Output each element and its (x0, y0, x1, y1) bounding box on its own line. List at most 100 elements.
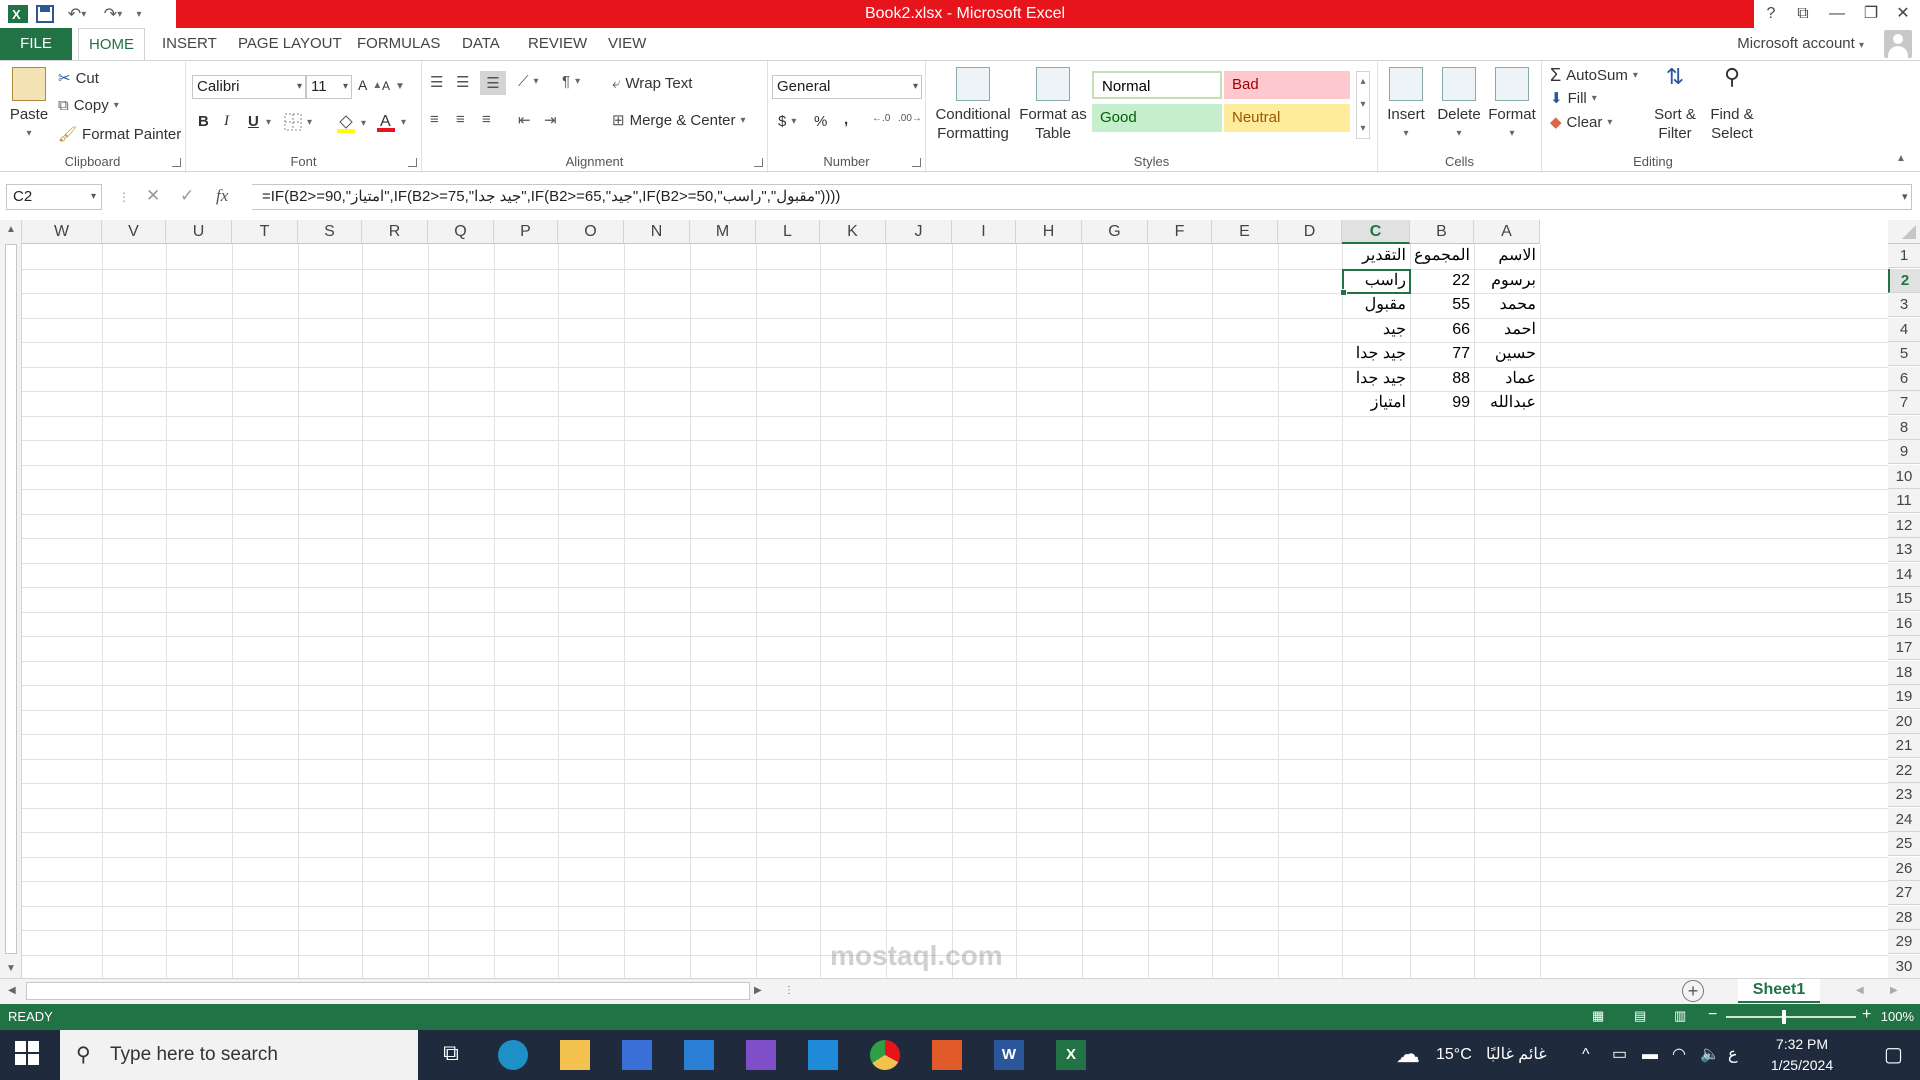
sheet-tab-sheet1[interactable]: Sheet1 (1738, 979, 1820, 1003)
row-header-6[interactable]: 6 (1888, 366, 1920, 391)
cancel-icon[interactable]: ✕ (146, 186, 160, 206)
cell-a7[interactable]: عبدالله (1474, 391, 1540, 415)
taskbar-search-box[interactable]: ⚲ Type here to search (60, 1030, 418, 1080)
enter-icon[interactable]: ✓ (180, 186, 194, 206)
column-header-j[interactable]: J (886, 220, 952, 244)
font-name-box[interactable]: Calibri ▾ (192, 75, 306, 99)
column-header-a[interactable]: A (1474, 220, 1540, 244)
row-header-25[interactable]: 25 (1888, 832, 1920, 856)
column-header-g[interactable]: G (1082, 220, 1148, 244)
volume-icon[interactable]: 🔈 (1700, 1030, 1720, 1080)
row-header-21[interactable]: 21 (1888, 734, 1920, 758)
align-left-icon[interactable]: ≡ (430, 111, 439, 128)
format-as-table-button[interactable]: Format as Table (1018, 67, 1088, 143)
edge-icon[interactable] (498, 1040, 528, 1070)
normal-view-icon[interactable]: ▦ (1592, 1008, 1604, 1024)
column-header-p[interactable]: P (494, 220, 558, 244)
italic-button[interactable]: I (224, 113, 229, 130)
help-button[interactable]: ? (1756, 2, 1786, 26)
row-header-7[interactable]: 7 (1888, 391, 1920, 415)
column-header-r[interactable]: R (362, 220, 428, 244)
scroll-right-icon[interactable]: ▶ (754, 985, 762, 996)
column-header-t[interactable]: T (232, 220, 298, 244)
scroll-down-icon[interactable]: ▼ (6, 963, 16, 974)
notifications-icon[interactable]: ▢ (1884, 1030, 1903, 1080)
decrease-decimal-icon[interactable]: .00→ (898, 113, 922, 124)
cell-a3[interactable]: محمد (1474, 293, 1540, 317)
copy-button[interactable]: ⧉ Copy ▾ (58, 97, 119, 114)
row-header-18[interactable]: 18 (1888, 660, 1920, 685)
worksheet-grid[interactable]: ▲ ▼ WVUTSRQPONMLKJIHGFEDCBA 1 2 3 4 5 6 7 8 9 10 1… (0, 220, 1920, 980)
column-header-l[interactable]: L (756, 220, 820, 244)
row-header-30[interactable]: 30 (1888, 954, 1920, 979)
increase-indent-icon[interactable]: ⇥ (544, 111, 557, 129)
shrink-font-icon[interactable]: A ▼ (382, 79, 405, 93)
wrap-text-button[interactable]: ⤶ Wrap Text (612, 75, 692, 92)
zoom-slider[interactable] (1726, 1016, 1856, 1018)
borders-icon[interactable]: ▾ (284, 113, 312, 131)
cell-a1[interactable]: الاسم (1474, 244, 1540, 268)
chrome-icon[interactable] (870, 1040, 900, 1070)
row-header-29[interactable]: 29 (1888, 930, 1920, 954)
meet-icon[interactable]: ▭ (1612, 1030, 1627, 1080)
delete-cells-button[interactable]: Delete ▾ (1434, 67, 1484, 143)
column-header-u[interactable]: U (166, 220, 232, 244)
sheet-nav-prev-icon[interactable]: ◀ (1856, 985, 1864, 996)
copy-dropdown-icon[interactable]: ▾ (114, 100, 119, 111)
close-button[interactable]: ✕ (1888, 2, 1918, 26)
mail-icon[interactable] (684, 1040, 714, 1070)
tab-view[interactable]: VIEW (598, 28, 656, 60)
add-sheet-button[interactable]: + (1682, 980, 1704, 1002)
undo-icon[interactable]: ↶ ▾ (62, 3, 92, 25)
column-header-d[interactable]: D (1278, 220, 1342, 244)
column-header-b[interactable]: B (1410, 220, 1474, 244)
merge-center-button[interactable]: ⊞ Merge & Center ▾ (612, 111, 746, 130)
name-box[interactable]: C2 ▾ (6, 184, 102, 210)
column-header-e[interactable]: E (1212, 220, 1278, 244)
file-explorer-icon[interactable] (560, 1040, 590, 1070)
sheet-nav-next-icon[interactable]: ▶ (1890, 985, 1898, 996)
tab-data[interactable]: DATA (452, 28, 510, 60)
tab-insert[interactable]: INSERT (152, 28, 227, 60)
align-center-icon[interactable]: ≡ (456, 111, 465, 128)
cell-a5[interactable]: حسين (1474, 342, 1540, 366)
page-layout-view-icon[interactable]: ▤ (1634, 1008, 1646, 1024)
insert-function-icon[interactable]: fx (216, 186, 228, 206)
column-header-c[interactable]: C (1342, 220, 1410, 244)
conditional-formatting-button[interactable]: Conditional Formatting (932, 67, 1014, 143)
bold-button[interactable]: B (198, 113, 209, 130)
page-break-view-icon[interactable]: ▥ (1674, 1008, 1686, 1024)
column-header-h[interactable]: H (1016, 220, 1082, 244)
cell-c1[interactable]: التقدير (1342, 244, 1410, 268)
fill-color-icon[interactable]: ▾ (336, 113, 366, 133)
autosum-button[interactable]: Σ AutoSum ▾ (1550, 65, 1638, 86)
row-header-19[interactable]: 19 (1888, 685, 1920, 709)
input-language[interactable]: ع (1728, 1030, 1738, 1080)
format-cells-button[interactable]: Format ▾ (1486, 67, 1538, 143)
cell-a6[interactable]: عماد (1474, 367, 1540, 391)
vertical-scrollbar[interactable]: ▲ ▼ (0, 220, 22, 978)
save-icon[interactable] (34, 3, 56, 25)
column-header-n[interactable]: N (624, 220, 690, 244)
paste-button[interactable]: Paste ▾ (6, 67, 52, 143)
find-select-button[interactable]: ⚲ Find & Select (1704, 66, 1760, 143)
scroll-up-icon[interactable]: ▲ (6, 224, 16, 235)
minimize-button[interactable]: — (1822, 2, 1852, 26)
fill-button[interactable]: ⬇ Fill ▾ (1550, 89, 1597, 108)
zoom-level[interactable]: 100% (1881, 1004, 1914, 1030)
weather-temp[interactable]: 15°C (1436, 1030, 1472, 1080)
cell-b6[interactable]: 88 (1410, 367, 1474, 391)
tab-formulas[interactable]: FORMULAS (347, 28, 450, 60)
number-launcher-icon[interactable] (912, 158, 921, 167)
row-header-22[interactable]: 22 (1888, 758, 1920, 783)
battery-icon[interactable]: ▬ (1642, 1030, 1658, 1080)
grow-font-icon[interactable]: A ▲ (358, 77, 382, 93)
align-right-icon[interactable]: ≡ (482, 111, 491, 128)
virtualbox-icon[interactable] (932, 1040, 962, 1070)
ribbon-display-options-icon[interactable]: ⧉ (1788, 2, 1818, 26)
style-normal[interactable]: Normal (1092, 71, 1222, 99)
orientation-icon[interactable]: ⟋ ▾ (518, 73, 539, 90)
tray-chevron-icon[interactable]: ^ (1582, 1030, 1590, 1080)
zoom-out-icon[interactable]: − (1708, 1006, 1717, 1024)
tab-home[interactable]: HOME (78, 28, 145, 61)
